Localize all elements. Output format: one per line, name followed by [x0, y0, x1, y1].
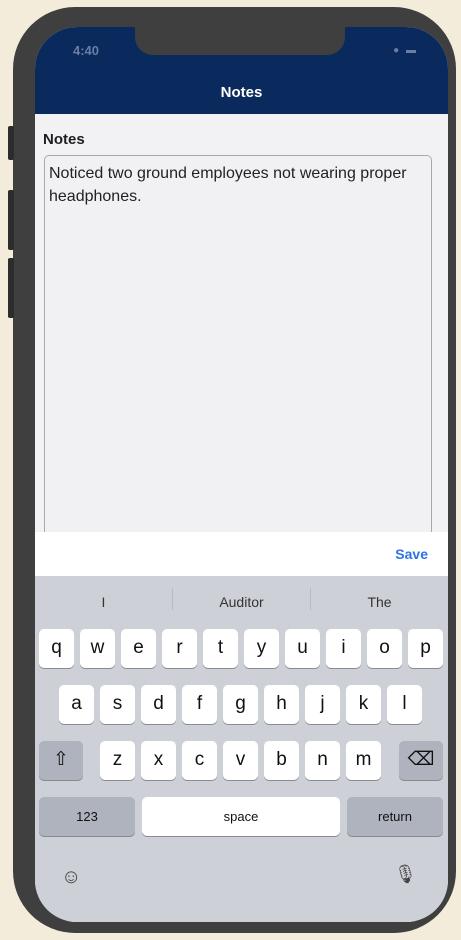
key-b[interactable]: b	[264, 741, 299, 780]
key-g[interactable]: g	[223, 685, 258, 724]
key-c[interactable]: c	[182, 741, 217, 780]
suggestion-2[interactable]: Auditor	[173, 576, 310, 622]
key-w[interactable]: w	[80, 629, 115, 668]
suggestion-bar: I Auditor The	[35, 576, 448, 622]
key-f[interactable]: f	[182, 685, 217, 724]
input-accessory-toolbar: Save	[35, 532, 448, 576]
status-icons: ● ▬	[393, 45, 418, 56]
delete-key[interactable]: ⌫	[399, 741, 443, 780]
key-a[interactable]: a	[59, 685, 94, 724]
key-o[interactable]: o	[367, 629, 402, 668]
key-x[interactable]: x	[141, 741, 176, 780]
shift-key[interactable]: ⇧	[39, 741, 83, 780]
status-time: 4:40	[73, 43, 100, 58]
key-j[interactable]: j	[305, 685, 340, 724]
return-key[interactable]: return	[347, 797, 443, 836]
microphone-icon[interactable]: 🎙	[394, 864, 417, 885]
key-p[interactable]: p	[408, 629, 443, 668]
notch	[135, 27, 345, 55]
key-h[interactable]: h	[264, 685, 299, 724]
key-l[interactable]: l	[387, 685, 422, 724]
key-d[interactable]: d	[141, 685, 176, 724]
key-i[interactable]: i	[326, 629, 361, 668]
key-m[interactable]: m	[346, 741, 381, 780]
key-v[interactable]: v	[223, 741, 258, 780]
key-y[interactable]: y	[244, 629, 279, 668]
key-e[interactable]: e	[121, 629, 156, 668]
notes-textarea[interactable]: Noticed two ground employees not wearing…	[44, 155, 432, 540]
key-s[interactable]: s	[100, 685, 135, 724]
volume-up-button	[8, 190, 14, 250]
suggestion-1[interactable]: I	[35, 576, 172, 622]
key-q[interactable]: q	[39, 629, 74, 668]
suggestion-3[interactable]: The	[311, 576, 448, 622]
save-button[interactable]: Save	[395, 546, 428, 562]
key-n[interactable]: n	[305, 741, 340, 780]
key-t[interactable]: t	[203, 629, 238, 668]
space-key[interactable]: space	[142, 797, 340, 836]
key-r[interactable]: r	[162, 629, 197, 668]
key-z[interactable]: z	[100, 741, 135, 780]
key-k[interactable]: k	[346, 685, 381, 724]
numbers-key[interactable]: 123	[39, 797, 135, 836]
notes-label: Notes	[43, 131, 85, 148]
emoji-icon[interactable]: ☺	[61, 866, 81, 889]
mute-switch	[8, 126, 14, 160]
screen: 4:40 ● ▬ Notes Notes Noticed two ground …	[35, 27, 448, 922]
key-u[interactable]: u	[285, 629, 320, 668]
keyboard: I Auditor The q w e r t y u i o p a s d …	[35, 576, 448, 922]
notes-form: Notes Noticed two ground employees not w…	[35, 114, 448, 540]
page-title: Notes	[220, 84, 263, 101]
volume-down-button	[8, 258, 14, 318]
